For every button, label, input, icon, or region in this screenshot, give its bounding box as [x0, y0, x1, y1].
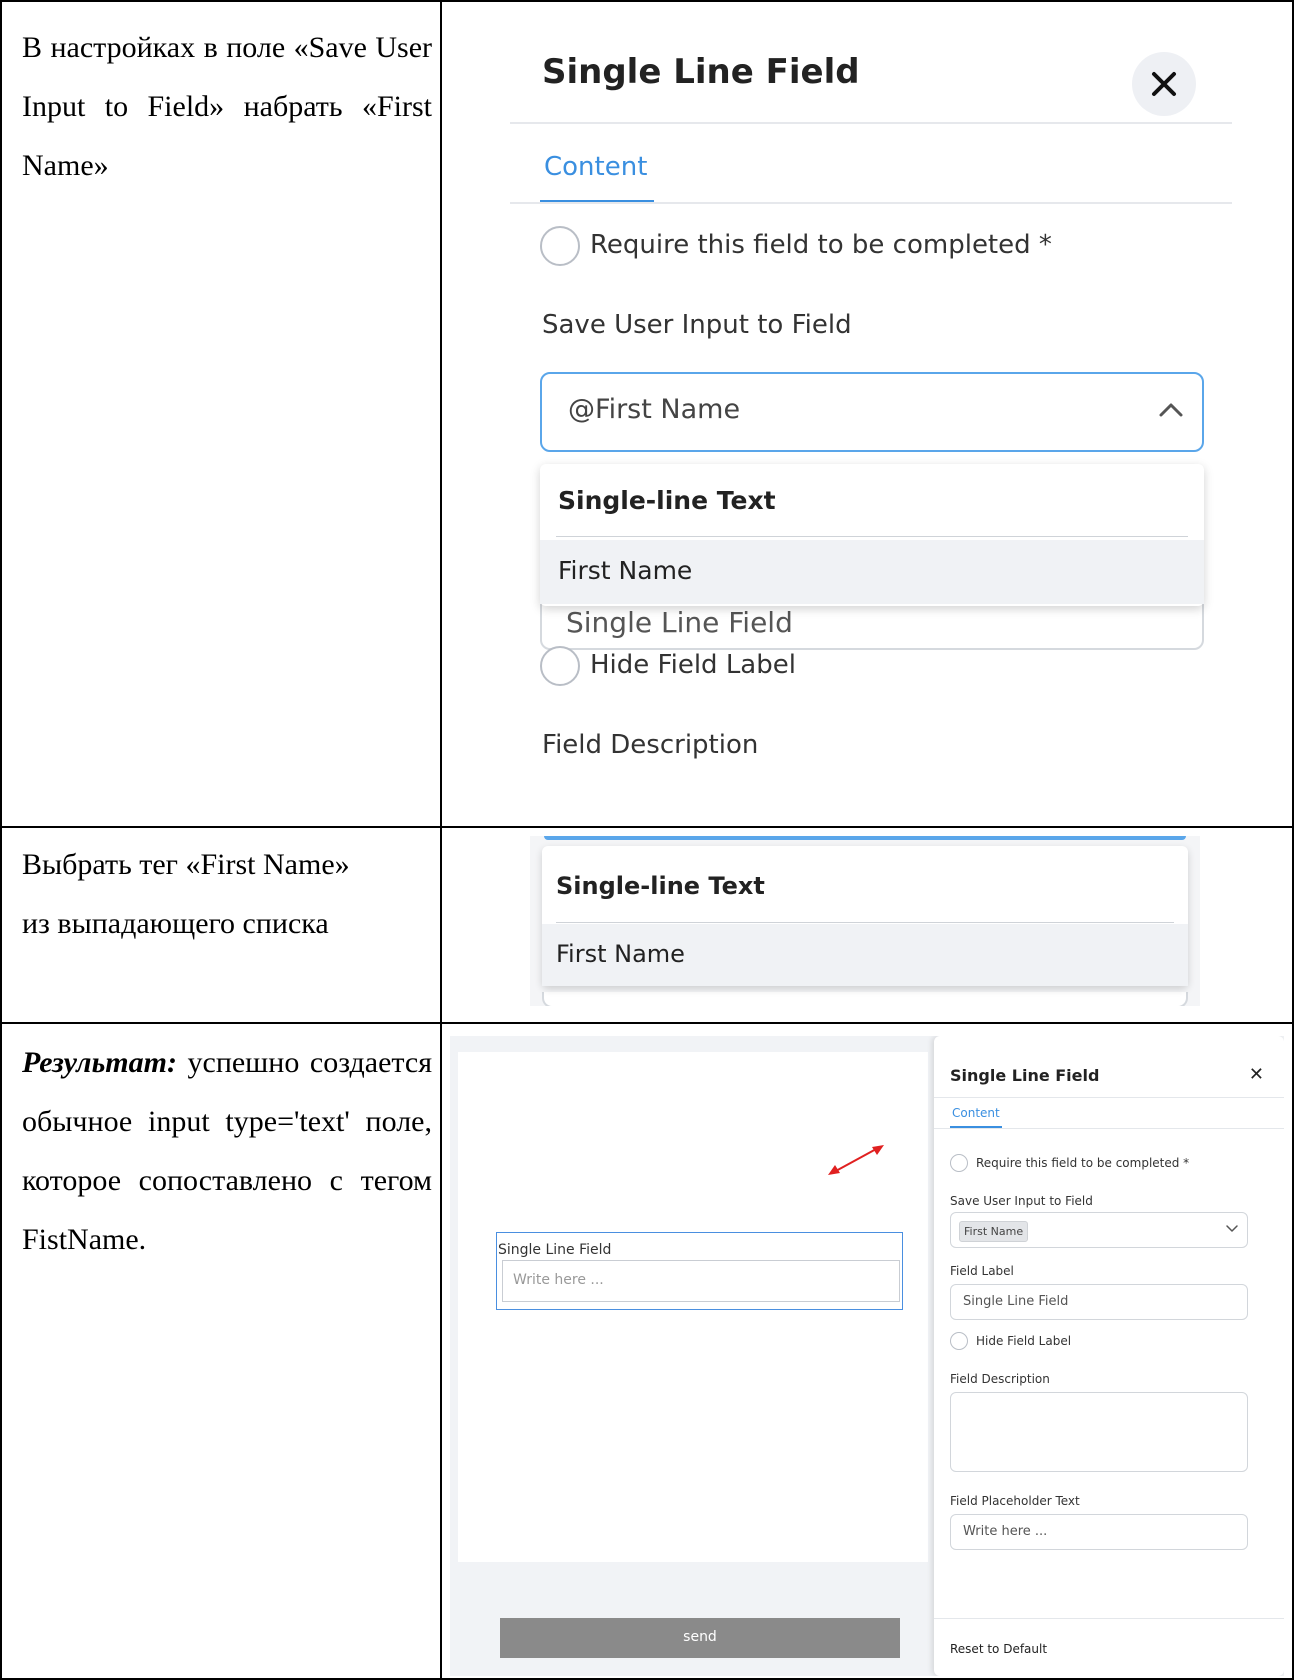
- hide-label-radio[interactable]: [950, 1332, 968, 1350]
- field-label-value: Single Line Field: [566, 606, 793, 639]
- placeholder-input[interactable]: Write here ...: [950, 1514, 1248, 1550]
- screenshot-dropdown-crop: Single-line Text First Name: [530, 836, 1200, 1006]
- step-1-instruction-text: В настройках в поле «Save User Input to …: [22, 31, 432, 182]
- step-2-instruction-line-2: из выпадающего списка: [22, 907, 329, 940]
- screenshot-settings-zoomed: Single Line Field Content Require this f…: [500, 22, 1232, 822]
- settings-panel: Single Line Field ✕ Content Require this…: [934, 1036, 1284, 1676]
- first-name-tag[interactable]: First Name: [959, 1221, 1029, 1242]
- form-input-placeholder: Write here ...: [513, 1272, 604, 1288]
- dropdown-item-label: First Name: [558, 556, 693, 585]
- settings-title: Single Line Field: [950, 1066, 1100, 1085]
- header-divider: [934, 1097, 1284, 1098]
- table-border-left: [0, 0, 2, 1680]
- step-1-instruction: В настройках в поле «Save User Input to …: [22, 18, 432, 195]
- close-icon[interactable]: ✕: [1249, 1064, 1264, 1085]
- select-bottom-edge: [544, 836, 1186, 840]
- field-description-label: Field Description: [950, 1372, 1050, 1386]
- result-description: Результат: успешно создается обычное inp…: [22, 1033, 432, 1269]
- close-button[interactable]: [1132, 52, 1196, 116]
- save-user-input-select[interactable]: First Name: [950, 1212, 1248, 1248]
- close-icon: [1152, 72, 1176, 96]
- field-description-textarea[interactable]: [950, 1392, 1248, 1472]
- reset-to-default-button[interactable]: Reset to Default: [950, 1642, 1047, 1656]
- field-label-value: Single Line Field: [963, 1294, 1069, 1309]
- tag-dropdown: Single-line Text First Name: [540, 464, 1204, 606]
- field-description-label: Field Description: [542, 730, 759, 760]
- dropdown-item-label: First Name: [556, 940, 685, 968]
- table-row-divider-2: [0, 1022, 1294, 1024]
- result-label: Результат:: [22, 1046, 177, 1079]
- next-input-edge: [542, 992, 1188, 1006]
- save-user-input-label: Save User Input to Field: [542, 310, 852, 340]
- tab-content[interactable]: Content: [544, 152, 647, 182]
- placeholder-label: Field Placeholder Text: [950, 1494, 1080, 1508]
- form-text-input[interactable]: Write here ...: [502, 1260, 900, 1302]
- dropdown-item-first-name[interactable]: First Name: [542, 924, 1188, 986]
- table-column-divider: [440, 0, 442, 1680]
- tab-divider: [510, 202, 1232, 204]
- tab-divider: [934, 1128, 1284, 1129]
- save-user-input-value: @First Name: [568, 394, 741, 425]
- dropdown-item-first-name[interactable]: First Name: [540, 540, 1204, 604]
- chevron-down-icon: [1226, 1225, 1238, 1232]
- step-2-instruction-line-1: Выбрать тег «First Name»: [22, 848, 350, 881]
- footer-divider: [934, 1618, 1284, 1619]
- save-user-input-select[interactable]: @First Name: [540, 372, 1204, 452]
- require-radio[interactable]: [540, 226, 580, 266]
- require-label: Require this field to be completed *: [976, 1156, 1190, 1170]
- send-button-label: send: [683, 1629, 717, 1645]
- tab-content[interactable]: Content: [952, 1106, 1000, 1120]
- chevron-up-icon: [1159, 403, 1183, 417]
- dropdown-group-header: Single-line Text: [556, 872, 765, 900]
- hide-label-text: Hide Field Label: [590, 650, 796, 680]
- header-divider: [510, 122, 1232, 124]
- screenshot-result: Single Line Field Write here ... send Si…: [450, 1036, 1284, 1676]
- require-label: Require this field to be completed *: [590, 230, 1052, 260]
- dropdown-divider: [556, 922, 1174, 923]
- red-arrow-icon: [828, 1145, 884, 1175]
- tag-dropdown: Single-line Text First Name: [542, 846, 1188, 986]
- send-button[interactable]: send: [500, 1618, 900, 1658]
- hide-label-text: Hide Field Label: [976, 1334, 1072, 1348]
- hide-label-radio[interactable]: [540, 646, 580, 686]
- form-preview: Single Line Field Write here ...: [458, 1052, 928, 1562]
- form-field-label: Single Line Field: [498, 1242, 612, 1258]
- step-2-instruction: Выбрать тег «First Name» из выпадающего …: [22, 835, 432, 953]
- placeholder-value: Write here ...: [963, 1524, 1048, 1539]
- field-label-input[interactable]: Single Line Field: [950, 1284, 1248, 1320]
- dropdown-divider: [556, 536, 1188, 537]
- field-label-label: Field Label: [950, 1264, 1014, 1278]
- require-radio[interactable]: [950, 1154, 968, 1172]
- table-border-right: [1292, 0, 1294, 1680]
- dropdown-group-header: Single-line Text: [558, 486, 776, 515]
- table-row-divider-1: [0, 826, 1294, 828]
- panel-title: Single Line Field: [542, 52, 860, 92]
- table-border-top: [0, 0, 1294, 2]
- save-user-input-label: Save User Input to Field: [950, 1194, 1093, 1208]
